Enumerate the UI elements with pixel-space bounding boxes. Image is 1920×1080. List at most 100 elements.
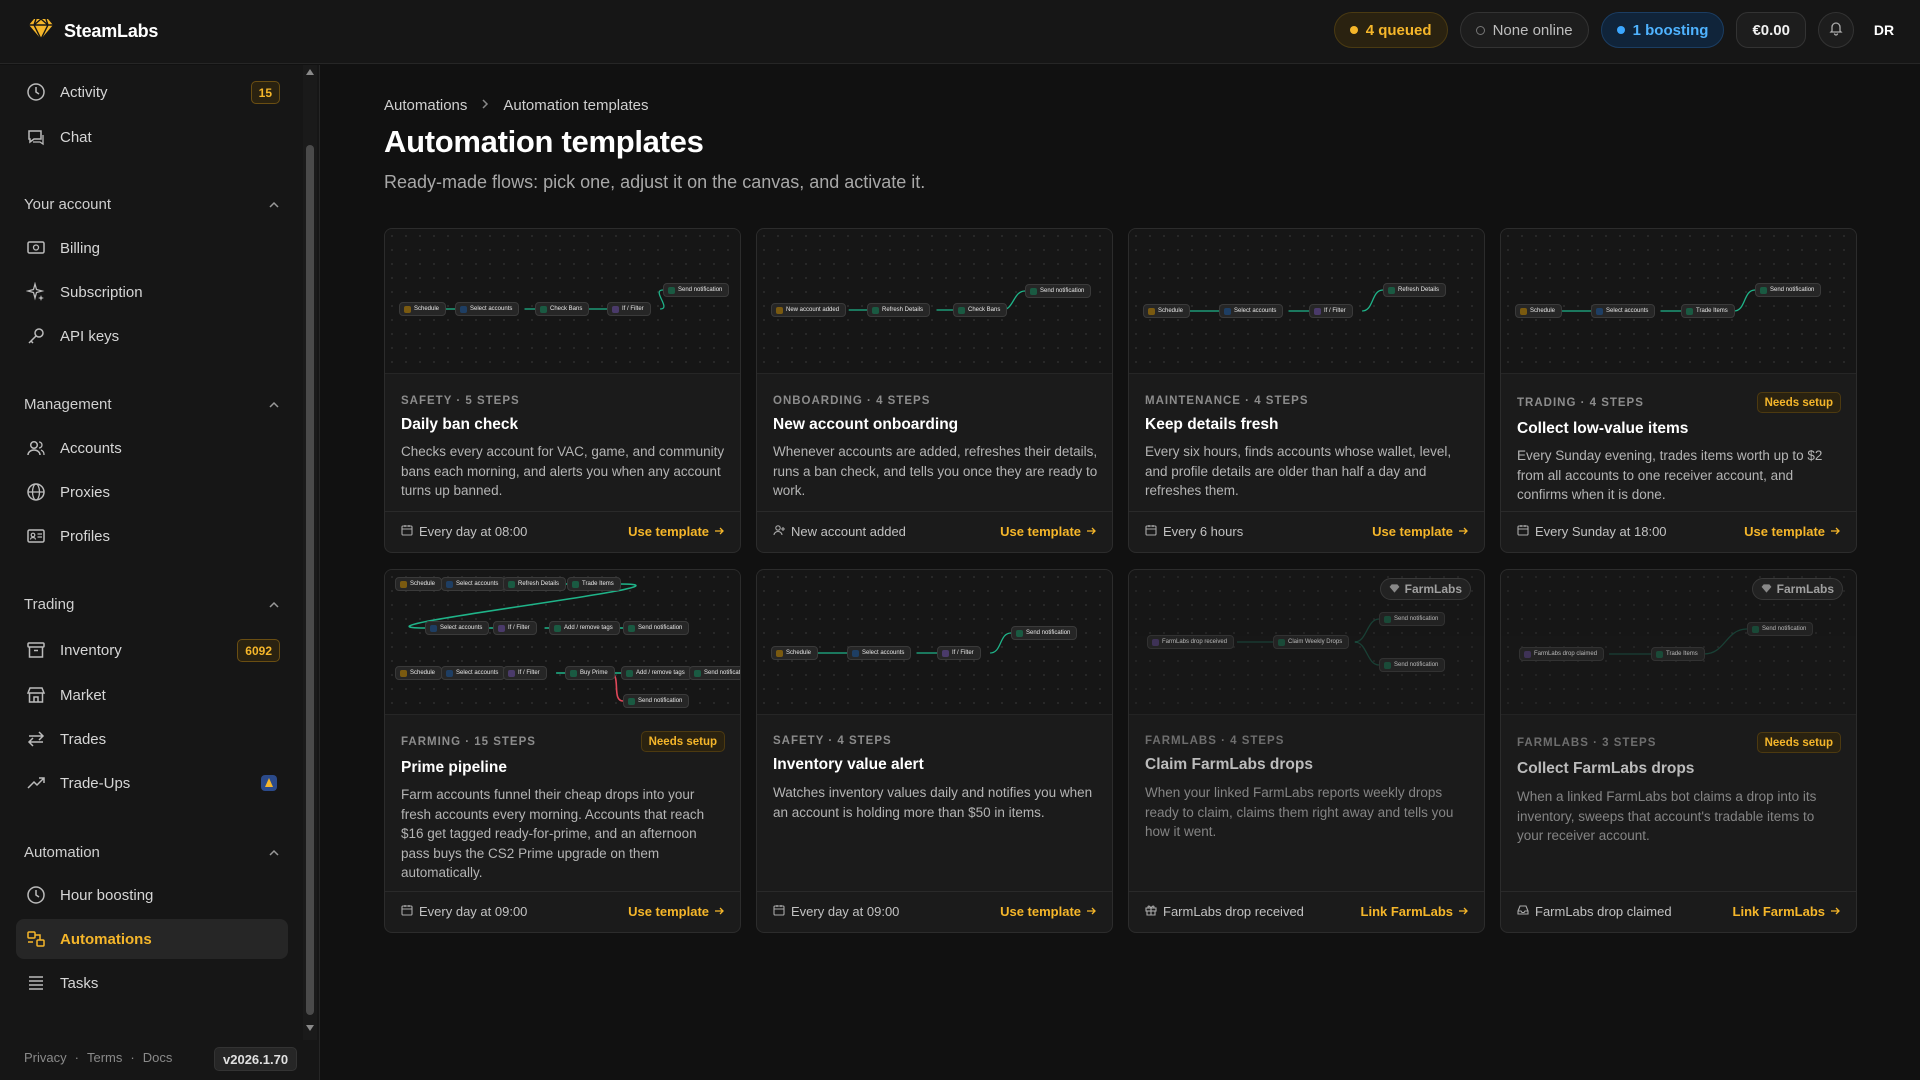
template-card[interactable]: Schedule Select accounts Trade Items Send n… [1500, 228, 1857, 553]
node-icon [1384, 615, 1391, 623]
trigger-info: Every 6 hours [1145, 524, 1243, 539]
flow-wire [1354, 641, 1380, 666]
template-card[interactable]: Schedule Select accounts Check Bans If / Fi… [384, 228, 741, 553]
online-status-pill[interactable]: None online [1459, 12, 1589, 48]
archive-icon [24, 638, 48, 662]
sidebar-item-inventory[interactable]: Inventory 6092 [16, 630, 288, 670]
use-template-button[interactable]: Use template [1372, 524, 1468, 539]
needs-setup-badge: Needs setup [1756, 392, 1841, 413]
queued-dot-icon [1349, 26, 1358, 34]
sidebar-item-accounts[interactable]: Accounts [16, 428, 288, 468]
chevron-up-icon [268, 844, 280, 861]
privacy-link[interactable]: Privacy [24, 1050, 67, 1065]
use-template-button[interactable]: Use template [1000, 904, 1096, 919]
flow-wires [811, 632, 1012, 654]
node-label: If / Filter [508, 625, 530, 631]
sidebar-item-subscription[interactable]: Subscription [16, 272, 288, 312]
brand[interactable]: SteamLabs [28, 18, 158, 45]
breadcrumb-automations-link[interactable]: Automations [384, 97, 467, 114]
node-label: Send notification [704, 670, 741, 676]
flow-node: Send notification [1755, 283, 1822, 297]
balance-button[interactable]: €0.00 [1736, 12, 1806, 48]
chat-icon [24, 125, 48, 149]
flow-preview: Schedule Select accounts If / Filter Send n… [757, 570, 1112, 715]
needs-setup-badge: Needs setup [1756, 732, 1841, 753]
inventory-count-badge: 6092 [237, 639, 280, 662]
sidebar-item-label: Trades [60, 730, 107, 748]
sidebar-item-hour-boosting[interactable]: Hour boosting [16, 875, 288, 915]
docs-link[interactable]: Docs [143, 1050, 173, 1065]
breadcrumb: Automations Automation templates [384, 97, 648, 114]
node-label: Refresh Details [1398, 287, 1440, 293]
sidebar-item-chat[interactable]: Chat [16, 117, 288, 157]
scroll-up-arrow-icon[interactable] [306, 69, 314, 75]
flow-wire [1733, 289, 1756, 312]
node-label: Trade Items [1696, 308, 1728, 314]
template-card[interactable]: Schedule Select accounts Refresh Details Tr… [384, 569, 741, 933]
node-label: Send notification [1762, 626, 1807, 632]
sidebar-item-trades[interactable]: Trades [16, 719, 288, 759]
avatar[interactable]: DR [1866, 12, 1902, 48]
node-icon [1388, 286, 1395, 294]
template-card[interactable]: Schedule Select accounts If / Filter Send n… [756, 569, 1113, 933]
link-farmlabs-button[interactable]: Link FarmLabs [1361, 904, 1468, 919]
section-header-your-account[interactable]: Your account [24, 196, 280, 213]
action-label: Use template [1744, 524, 1825, 539]
sidebar-item-profiles[interactable]: Profiles [16, 516, 288, 556]
sidebar-item-label: Trade-Ups [60, 774, 131, 792]
node-label: Schedule [1158, 308, 1184, 314]
sidebar-item-trade-ups[interactable]: Trade-Ups [16, 763, 288, 803]
action-label: Use template [628, 904, 709, 919]
sidebar-item-activity[interactable]: Activity 15 [16, 72, 288, 112]
card-footer: Every day at 09:00 Use template [757, 891, 1112, 932]
node-icon [430, 624, 437, 632]
sidebar-scroll-thumb[interactable] [306, 145, 314, 1015]
template-description: When a linked FarmLabs bot claims a drop… [1517, 789, 1817, 843]
flow-node: Schedule [395, 666, 443, 680]
template-card[interactable]: FarmLabs drop claimed Trade Items Send not… [1500, 569, 1857, 933]
template-meta: TRADING · 4 STEPS [1517, 397, 1644, 409]
node-label: Trade Items [1666, 651, 1698, 657]
template-title: Daily ban check [401, 416, 519, 433]
new-feature-icon [260, 774, 278, 796]
flow-wires [848, 290, 1026, 311]
notifications-button[interactable] [1818, 12, 1854, 48]
template-card[interactable]: Schedule Select accounts If / Filter Refres… [1128, 228, 1485, 553]
calendar-icon [1145, 524, 1157, 539]
scroll-down-arrow-icon[interactable] [306, 1025, 314, 1031]
use-template-button[interactable]: Use template [1744, 524, 1840, 539]
section-header-automation[interactable]: Automation [24, 844, 280, 861]
use-template-button[interactable]: Use template [1000, 524, 1096, 539]
sidebar-item-billing[interactable]: Billing [16, 228, 288, 268]
flow-node: Refresh Details [1383, 283, 1447, 297]
boosting-status-pill[interactable]: 1 boosting [1600, 12, 1725, 48]
sidebar-item-label: Proxies [60, 483, 111, 501]
sidebar-item-api-keys[interactable]: API keys [16, 316, 288, 356]
sidebar-item-label: Subscription [60, 283, 143, 301]
calendar-icon [1517, 524, 1529, 539]
flow-node: FarmLabs drop claimed [1519, 647, 1605, 661]
use-template-button[interactable]: Use template [628, 904, 724, 919]
link-farmlabs-button[interactable]: Link FarmLabs [1733, 904, 1840, 919]
sidebar-item-automations[interactable]: Automations [16, 919, 288, 959]
template-card[interactable]: FarmLabs drop received Claim Weekly Drops… [1128, 569, 1485, 933]
node-icon [612, 305, 619, 313]
flow-wires [1183, 289, 1384, 312]
sidebar-item-proxies[interactable]: Proxies [16, 472, 288, 512]
template-meta: SAFETY · 5 STEPS [401, 395, 520, 407]
queued-status-pill[interactable]: 4 queued [1333, 12, 1448, 48]
sidebar-item-tasks[interactable]: Tasks [16, 963, 288, 1003]
section-header-management[interactable]: Management [24, 396, 280, 413]
terms-link[interactable]: Terms [87, 1050, 122, 1065]
flow-node: New account added [771, 303, 847, 317]
store-icon [24, 683, 48, 707]
template-card[interactable]: New account added Refresh Details Check Ba… [756, 228, 1113, 553]
sidebar-item-market[interactable]: Market [16, 675, 288, 715]
node-icon [1524, 650, 1531, 658]
node-icon [668, 286, 675, 294]
action-label: Link FarmLabs [1360, 904, 1453, 919]
use-template-button[interactable]: Use template [628, 524, 724, 539]
section-header-trading[interactable]: Trading [24, 596, 280, 613]
billing-icon [24, 236, 48, 260]
boosting-label: 1 boosting [1632, 21, 1709, 39]
